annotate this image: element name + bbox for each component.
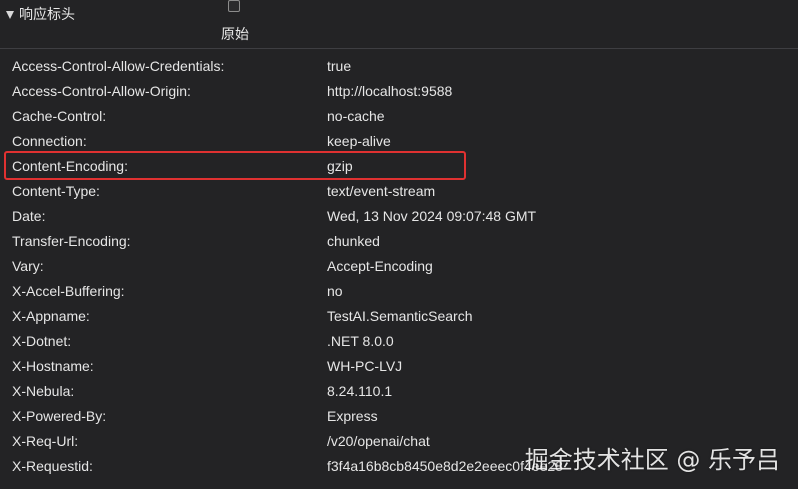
header-row-content-encoding: Content-Encoding: gzip (0, 154, 798, 179)
header-value: .NET 8.0.0 (327, 333, 394, 349)
response-headers-toggle[interactable]: 响应标头 (6, 4, 75, 24)
header-value: 8.24.110.1 (327, 383, 393, 399)
header-name: X-Dotnet: (12, 333, 72, 349)
raw-label: 原始 (221, 27, 249, 43)
header-name: Vary: (12, 258, 44, 274)
header-row: X-Powered-By: Express (0, 404, 798, 429)
header-row: Connection: keep-alive (0, 129, 798, 154)
header-row: Cache-Control: no-cache (0, 104, 798, 129)
section-title: 响应标头 (19, 7, 75, 23)
header-value: no-cache (327, 108, 385, 124)
header-value: gzip (327, 158, 353, 174)
header-name: X-Accel-Buffering: (12, 283, 125, 299)
header-name: X-Nebula: (12, 383, 75, 399)
header-name: X-Appname: (12, 308, 90, 324)
header-row: X-Hostname: WH-PC-LVJ (0, 354, 798, 379)
header-value: WH-PC-LVJ (327, 358, 403, 374)
header-value: no (327, 283, 343, 299)
header-name: X-Requestid: (12, 458, 93, 474)
watermark: 掘金技术社区 @ 乐予吕 (524, 446, 780, 474)
header-name: Transfer-Encoding: (12, 233, 131, 249)
header-row: X-Appname: TestAI.SemanticSearch (0, 304, 798, 329)
header-name: Access-Control-Allow-Credentials: (12, 58, 225, 74)
header-name: X-Hostname: (12, 358, 94, 374)
header-row: Content-Type: text/event-stream (0, 179, 798, 204)
header-value: Express (327, 408, 378, 424)
expand-triangle-icon (6, 10, 14, 19)
header-name: X-Powered-By: (12, 408, 107, 424)
header-value: chunked (327, 233, 380, 249)
header-value: /v20/openai/chat (327, 433, 430, 449)
header-value: Wed, 13 Nov 2024 09:07:48 GMT (327, 208, 537, 224)
header-row: Transfer-Encoding: chunked (0, 229, 798, 254)
header-row: Access-Control-Allow-Origin: http://local… (0, 79, 798, 104)
header-value: Accept-Encoding (327, 258, 433, 274)
header-value: keep-alive (327, 133, 391, 149)
header-name: Access-Control-Allow-Origin: (12, 83, 191, 99)
header-value: http://localhost:9588 (327, 83, 453, 99)
header-row: X-Accel-Buffering: no (0, 279, 798, 304)
header-name: Cache-Control: (12, 108, 107, 124)
header-row: X-Dotnet: .NET 8.0.0 (0, 329, 798, 354)
header-row: Date: Wed, 13 Nov 2024 09:07:48 GMT (0, 204, 798, 229)
header-list: Access-Control-Allow-Credentials: true Ac… (0, 54, 798, 479)
raw-toggle[interactable]: 原始 (219, 0, 253, 44)
header-value: true (327, 58, 352, 74)
header-row: X-Nebula: 8.24.110.1 (0, 379, 798, 404)
header-name: Connection: (12, 133, 87, 149)
header-name: Date: (12, 208, 46, 224)
raw-checkbox[interactable] (228, 0, 240, 12)
header-value: TestAI.SemanticSearch (327, 308, 473, 324)
header-name: Content-Type: (12, 183, 100, 199)
header-name: X-Req-Url: (12, 433, 79, 449)
header-name: Content-Encoding: (12, 158, 128, 174)
header-value: text/event-stream (327, 183, 436, 199)
header-row: Vary: Accept-Encoding (0, 254, 798, 279)
section-header: 响应标头 原始 (0, 0, 798, 49)
header-row: Access-Control-Allow-Credentials: true (0, 54, 798, 79)
response-headers-panel: 响应标头 原始 Access-Control-Allow-Credentials… (0, 0, 798, 489)
